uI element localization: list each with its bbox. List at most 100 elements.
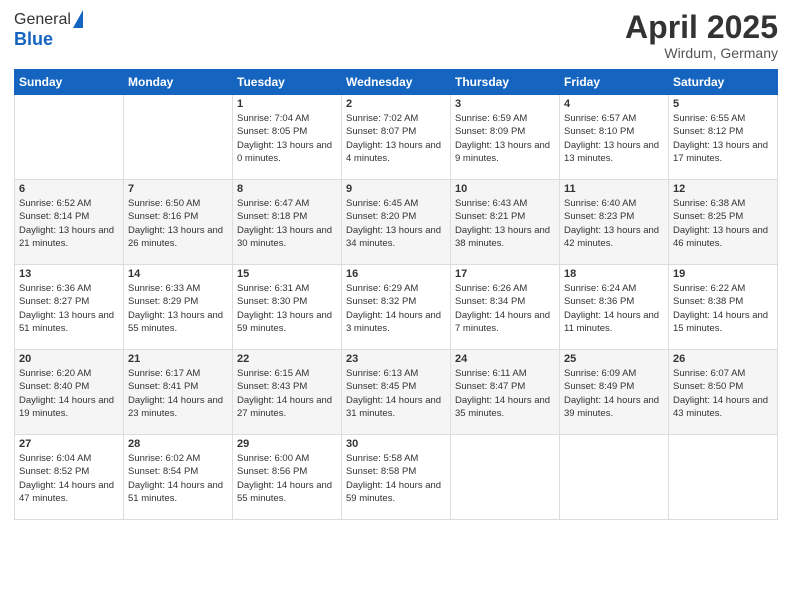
day-number: 26 bbox=[673, 353, 773, 365]
day-number: 20 bbox=[19, 353, 119, 365]
table-row: 27 Sunrise: 6:04 AMSunset: 8:52 PMDayligh… bbox=[15, 435, 124, 520]
day-detail: Sunrise: 6:04 AMSunset: 8:52 PMDaylight:… bbox=[19, 452, 119, 505]
table-row: 18 Sunrise: 6:24 AMSunset: 8:36 PMDayligh… bbox=[560, 265, 669, 350]
col-tuesday: Tuesday bbox=[233, 70, 342, 95]
day-number: 14 bbox=[128, 268, 228, 280]
day-number: 2 bbox=[346, 98, 446, 110]
day-number: 8 bbox=[237, 183, 337, 195]
day-number: 13 bbox=[19, 268, 119, 280]
table-row: 16Sunrise: 6:29 AMSunset: 8:32 PMDayligh… bbox=[342, 265, 451, 350]
day-detail: Sunrise: 6:02 AMSunset: 8:54 PMDaylight:… bbox=[128, 452, 228, 505]
col-sunday: Sunday bbox=[15, 70, 124, 95]
table-row: 20Sunrise: 6:20 AMSunset: 8:40 PMDayligh… bbox=[15, 350, 124, 435]
calendar-title: April 2025 bbox=[625, 10, 778, 45]
day-detail: Sunrise: 6:52 AMSunset: 8:14 PMDaylight:… bbox=[19, 197, 119, 250]
day-detail: Sunrise: 6:45 AMSunset: 8:20 PMDaylight:… bbox=[346, 197, 446, 250]
day-number: 21 bbox=[128, 353, 228, 365]
day-number: 22 bbox=[237, 353, 337, 365]
table-row: 13 Sunrise: 6:36 AMSunset: 8:27 PMDayligh… bbox=[15, 265, 124, 350]
logo-blue-text: Blue bbox=[14, 29, 53, 50]
day-number: 4 bbox=[564, 98, 664, 110]
table-row: 3 Sunrise: 6:59 AMSunset: 8:09 PMDaylight… bbox=[451, 95, 560, 180]
day-detail: Sunrise: 6:11 AMSunset: 8:47 PMDaylight:… bbox=[455, 367, 555, 420]
day-number: 29 bbox=[237, 438, 337, 450]
col-saturday: Saturday bbox=[669, 70, 778, 95]
day-number: 10 bbox=[455, 183, 555, 195]
calendar-header-row: Sunday Monday Tuesday Wednesday Thursday… bbox=[15, 70, 778, 95]
calendar-week-row: 6 Sunrise: 6:52 AMSunset: 8:14 PMDaylight… bbox=[15, 180, 778, 265]
day-number: 19 bbox=[673, 268, 773, 280]
table-row: 14 Sunrise: 6:33 AMSunset: 8:29 PMDayligh… bbox=[124, 265, 233, 350]
table-row: 15Sunrise: 6:31 AMSunset: 8:30 PMDayligh… bbox=[233, 265, 342, 350]
day-detail: Sunrise: 6:13 AMSunset: 8:45 PMDaylight:… bbox=[346, 367, 446, 420]
table-row: 21Sunrise: 6:17 AMSunset: 8:41 PMDayligh… bbox=[124, 350, 233, 435]
table-row bbox=[669, 435, 778, 520]
day-number: 9 bbox=[346, 183, 446, 195]
day-detail: Sunrise: 6:36 AMSunset: 8:27 PMDaylight:… bbox=[19, 282, 119, 335]
table-row: 2 Sunrise: 7:02 AMSunset: 8:07 PMDaylight… bbox=[342, 95, 451, 180]
day-detail: Sunrise: 6:00 AMSunset: 8:56 PMDaylight:… bbox=[237, 452, 337, 505]
day-detail: Sunrise: 6:33 AMSunset: 8:29 PMDaylight:… bbox=[128, 282, 228, 335]
title-block: April 2025 Wirdum, Germany bbox=[625, 10, 778, 61]
day-detail: Sunrise: 6:26 AMSunset: 8:34 PMDaylight:… bbox=[455, 282, 555, 335]
table-row: 9 Sunrise: 6:45 AMSunset: 8:20 PMDaylight… bbox=[342, 180, 451, 265]
day-detail: Sunrise: 6:43 AMSunset: 8:21 PMDaylight:… bbox=[455, 197, 555, 250]
day-detail: Sunrise: 7:02 AMSunset: 8:07 PMDaylight:… bbox=[346, 112, 446, 165]
day-number: 7 bbox=[128, 183, 228, 195]
day-number: 24 bbox=[455, 353, 555, 365]
table-row: 7 Sunrise: 6:50 AMSunset: 8:16 PMDaylight… bbox=[124, 180, 233, 265]
table-row: 8 Sunrise: 6:47 AMSunset: 8:18 PMDaylight… bbox=[233, 180, 342, 265]
day-number: 23 bbox=[346, 353, 446, 365]
logo-triangle-icon bbox=[73, 10, 83, 28]
calendar-week-row: 13 Sunrise: 6:36 AMSunset: 8:27 PMDayligh… bbox=[15, 265, 778, 350]
table-row bbox=[124, 95, 233, 180]
day-number: 25 bbox=[564, 353, 664, 365]
col-thursday: Thursday bbox=[451, 70, 560, 95]
table-row bbox=[15, 95, 124, 180]
day-detail: Sunrise: 6:50 AMSunset: 8:16 PMDaylight:… bbox=[128, 197, 228, 250]
day-detail: Sunrise: 6:29 AMSunset: 8:32 PMDaylight:… bbox=[346, 282, 446, 335]
calendar-table: Sunday Monday Tuesday Wednesday Thursday… bbox=[14, 69, 778, 520]
logo: General Blue bbox=[14, 10, 83, 50]
table-row: 22 Sunrise: 6:15 AMSunset: 8:43 PMDayligh… bbox=[233, 350, 342, 435]
day-detail: Sunrise: 6:38 AMSunset: 8:25 PMDaylight:… bbox=[673, 197, 773, 250]
day-number: 27 bbox=[19, 438, 119, 450]
header: General Blue April 2025 Wirdum, Germany bbox=[14, 10, 778, 61]
day-number: 11 bbox=[564, 183, 664, 195]
table-row: 25Sunrise: 6:09 AMSunset: 8:49 PMDayligh… bbox=[560, 350, 669, 435]
table-row: 10 Sunrise: 6:43 AMSunset: 8:21 PMDayligh… bbox=[451, 180, 560, 265]
table-row: 19Sunrise: 6:22 AMSunset: 8:38 PMDayligh… bbox=[669, 265, 778, 350]
table-row: 26 Sunrise: 6:07 AMSunset: 8:50 PMDayligh… bbox=[669, 350, 778, 435]
day-detail: Sunrise: 6:57 AMSunset: 8:10 PMDaylight:… bbox=[564, 112, 664, 165]
calendar-location: Wirdum, Germany bbox=[625, 45, 778, 61]
table-row: 23 Sunrise: 6:13 AMSunset: 8:45 PMDayligh… bbox=[342, 350, 451, 435]
day-number: 5 bbox=[673, 98, 773, 110]
table-row: 24 Sunrise: 6:11 AMSunset: 8:47 PMDayligh… bbox=[451, 350, 560, 435]
day-number: 12 bbox=[673, 183, 773, 195]
day-detail: Sunrise: 6:15 AMSunset: 8:43 PMDaylight:… bbox=[237, 367, 337, 420]
day-detail: Sunrise: 6:55 AMSunset: 8:12 PMDaylight:… bbox=[673, 112, 773, 165]
day-detail: Sunrise: 6:31 AMSunset: 8:30 PMDaylight:… bbox=[237, 282, 337, 335]
day-detail: Sunrise: 6:07 AMSunset: 8:50 PMDaylight:… bbox=[673, 367, 773, 420]
day-detail: Sunrise: 6:24 AMSunset: 8:36 PMDaylight:… bbox=[564, 282, 664, 335]
table-row: 29 Sunrise: 6:00 AMSunset: 8:56 PMDayligh… bbox=[233, 435, 342, 520]
day-number: 18 bbox=[564, 268, 664, 280]
day-detail: Sunrise: 6:47 AMSunset: 8:18 PMDaylight:… bbox=[237, 197, 337, 250]
table-row: 5 Sunrise: 6:55 AMSunset: 8:12 PMDaylight… bbox=[669, 95, 778, 180]
table-row: 30Sunrise: 5:58 AMSunset: 8:58 PMDayligh… bbox=[342, 435, 451, 520]
day-number: 3 bbox=[455, 98, 555, 110]
col-monday: Monday bbox=[124, 70, 233, 95]
table-row: 11 Sunrise: 6:40 AMSunset: 8:23 PMDayligh… bbox=[560, 180, 669, 265]
table-row: 17Sunrise: 6:26 AMSunset: 8:34 PMDayligh… bbox=[451, 265, 560, 350]
day-detail: Sunrise: 6:40 AMSunset: 8:23 PMDaylight:… bbox=[564, 197, 664, 250]
day-number: 6 bbox=[19, 183, 119, 195]
day-detail: Sunrise: 7:04 AMSunset: 8:05 PMDaylight:… bbox=[237, 112, 337, 165]
calendar-week-row: 27 Sunrise: 6:04 AMSunset: 8:52 PMDayligh… bbox=[15, 435, 778, 520]
table-row: 6 Sunrise: 6:52 AMSunset: 8:14 PMDaylight… bbox=[15, 180, 124, 265]
table-row bbox=[560, 435, 669, 520]
table-row bbox=[451, 435, 560, 520]
day-detail: Sunrise: 6:59 AMSunset: 8:09 PMDaylight:… bbox=[455, 112, 555, 165]
day-number: 28 bbox=[128, 438, 228, 450]
day-number: 30 bbox=[346, 438, 446, 450]
logo-general-text: General bbox=[14, 11, 71, 29]
